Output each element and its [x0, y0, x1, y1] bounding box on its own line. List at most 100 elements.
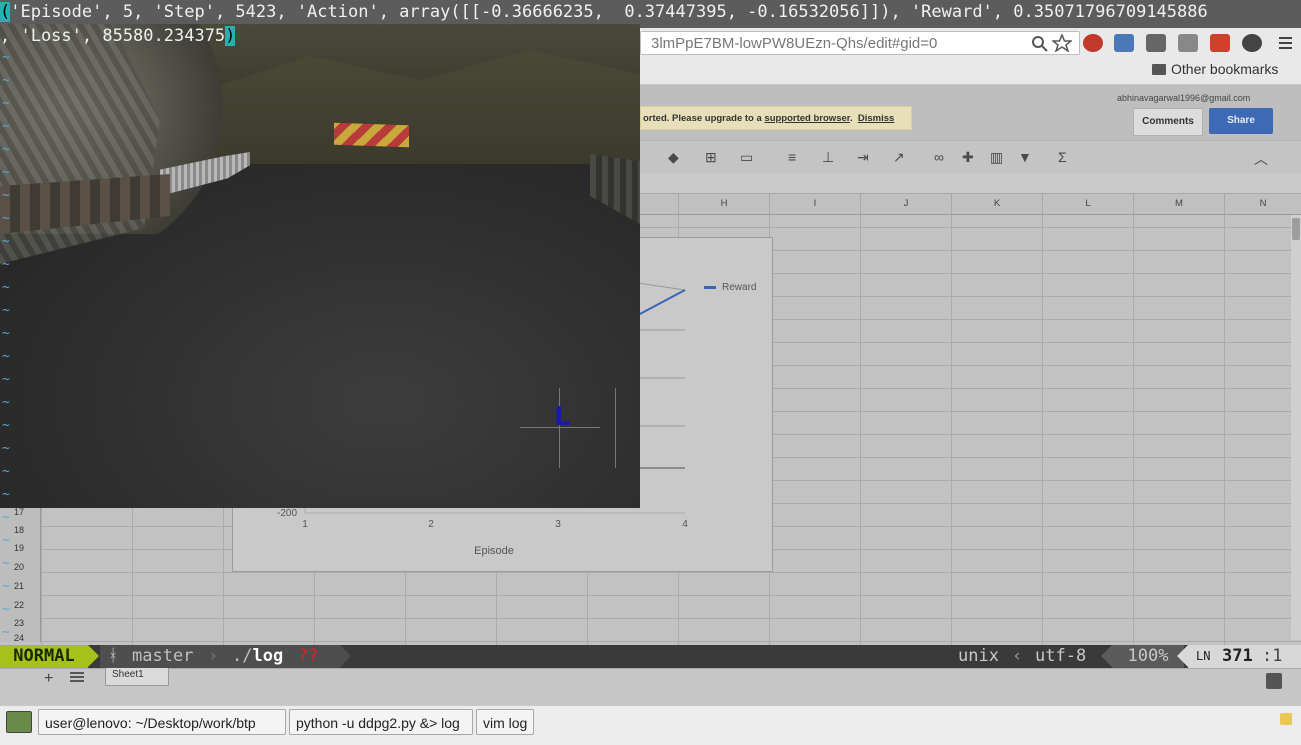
show-desktop-icon[interactable]: [6, 711, 32, 733]
insert-link-icon[interactable]: ∞: [934, 149, 944, 165]
collapse-icon[interactable]: ︿: [1254, 149, 1268, 169]
all-sheets-icon[interactable]: [70, 672, 84, 684]
empty-line-marker: ~: [2, 349, 10, 364]
column-header-h[interactable]: H: [678, 194, 769, 214]
row-header[interactable]: 19: [14, 543, 24, 553]
x-tick-label: 4: [682, 519, 688, 530]
git-segment: ᚼ master › ./log ??: [100, 645, 340, 668]
reward-series-line: [637, 289, 686, 316]
text-rotation-icon[interactable]: ↗: [893, 149, 905, 166]
x-tick-label: 2: [428, 519, 434, 530]
row-header[interactable]: 18: [14, 525, 24, 535]
extension-rocket-icon[interactable]: [1210, 34, 1230, 52]
empty-line-marker: ~: [2, 280, 10, 295]
empty-line-marker: ~: [2, 510, 10, 525]
add-sheet-button[interactable]: +: [44, 670, 53, 688]
extension-sound-icon[interactable]: [1146, 34, 1166, 52]
adblock-icon[interactable]: [1083, 34, 1103, 52]
column-header-l[interactable]: L: [1042, 194, 1133, 214]
vim-output-line-2: , 'Loss', 85580.234375): [0, 24, 236, 48]
formula-bar[interactable]: [640, 173, 1301, 194]
x-tick-label: 1: [302, 519, 308, 530]
powerline-separator: [1101, 645, 1112, 667]
column-header-n[interactable]: N: [1224, 194, 1301, 214]
row-header[interactable]: 17: [14, 507, 24, 517]
share-button[interactable]: Share: [1209, 108, 1273, 134]
borders-icon[interactable]: ⊞: [705, 149, 717, 166]
comments-button[interactable]: Comments: [1133, 108, 1203, 136]
cursor-line: 371: [1222, 646, 1253, 666]
column-header-k[interactable]: K: [951, 194, 1042, 214]
vertical-scrollbar[interactable]: [1291, 215, 1301, 640]
empty-line-marker: ~: [2, 234, 10, 249]
fill-color-icon[interactable]: ◆: [668, 149, 679, 166]
empty-line-marker: ~: [2, 441, 10, 456]
powerline-separator: [88, 645, 99, 667]
align-icon[interactable]: ≡: [788, 149, 796, 165]
line-number-icon: LN: [1196, 649, 1211, 663]
filter-icon[interactable]: ▼: [1018, 149, 1032, 165]
empty-line-marker: ~: [2, 602, 10, 617]
extension-camera-icon[interactable]: [1242, 34, 1262, 52]
share-label: Share: [1227, 115, 1255, 126]
account-email[interactable]: abhinavagarwal1996@gmail.com: [1117, 93, 1250, 103]
empty-line-marker: ~: [2, 533, 10, 548]
row-header[interactable]: 20: [14, 562, 24, 572]
wrap-text-icon[interactable]: ⇥: [857, 149, 869, 166]
warning-text: orted. Please upgrade to a: [643, 113, 765, 124]
search-icon[interactable]: [1030, 34, 1050, 52]
log-line-text: 'Episode', 5, 'Step', 5423, 'Action', ar…: [10, 2, 1208, 22]
taskbar-item-vim[interactable]: vim log: [476, 709, 534, 735]
bookmark-star-icon[interactable]: [1050, 33, 1074, 53]
legend-label: Reward: [722, 282, 757, 293]
dismiss-link[interactable]: Dismiss: [858, 113, 894, 124]
taskbar-item-python[interactable]: python -u ddpg2.py &> log: [289, 709, 473, 735]
merge-cells-icon[interactable]: ▭: [740, 149, 753, 166]
file-format: unix: [958, 646, 999, 666]
extension-chart-icon[interactable]: [1114, 34, 1134, 52]
row-header[interactable]: 22: [14, 600, 24, 610]
vim-output-line-1: ('Episode', 5, 'Step', 5423, 'Action', a…: [0, 0, 1301, 24]
torcs-game-view: L: [0, 24, 640, 508]
row-header[interactable]: 21: [14, 581, 24, 591]
empty-line-marker: ~: [2, 188, 10, 203]
modified-flag: ??: [298, 646, 319, 666]
empty-line-marker: ~: [2, 395, 10, 410]
column-header-j[interactable]: J: [860, 194, 951, 214]
scrollbar-thumb[interactable]: [1292, 218, 1300, 240]
empty-line-marker: ~: [2, 73, 10, 88]
scroll-percent: 100%: [1112, 645, 1184, 668]
column-header-i[interactable]: I: [769, 194, 860, 214]
vertical-align-icon[interactable]: ⊥: [822, 149, 834, 166]
column-header-m[interactable]: M: [1133, 194, 1224, 214]
empty-line-marker: ~: [2, 418, 10, 433]
supported-browser-link[interactable]: supported browser: [764, 113, 850, 124]
git-branch-name: master: [132, 646, 194, 666]
empty-line-marker: ~: [2, 579, 10, 594]
background-hills: [200, 50, 640, 164]
empty-line-marker: ~: [2, 257, 10, 272]
sheet-tab[interactable]: Sheet1: [105, 666, 169, 686]
insert-comment-icon[interactable]: ✚: [962, 149, 974, 166]
menu-icon[interactable]: [1276, 34, 1296, 52]
row-header[interactable]: 23: [14, 618, 24, 628]
row-header[interactable]: 24: [14, 633, 24, 643]
other-bookmarks-folder[interactable]: Other bookmarks: [1152, 61, 1278, 77]
folder-icon: [1152, 63, 1166, 75]
taskbar-item-terminal[interactable]: user@lenovo: ~/Desktop/work/btp: [38, 709, 286, 735]
insert-chart-icon[interactable]: ▥: [990, 149, 1003, 166]
row-headers: 17 18 19 20 21 22 23 24: [0, 507, 41, 643]
functions-icon[interactable]: Σ: [1058, 149, 1067, 165]
extension-inbox-icon[interactable]: [1178, 34, 1198, 52]
empty-line-marker: ~: [2, 211, 10, 226]
x-axis-title: Episode: [474, 545, 514, 557]
cursor-column: :1: [1262, 646, 1283, 666]
tray-notification-icon[interactable]: [1280, 713, 1292, 725]
address-bar[interactable]: 3lmPpE7BM-lowPW8UEzn-Qhs/edit#gid=0: [640, 31, 1080, 55]
empty-line-marker: ~: [2, 487, 10, 502]
empty-line-marker: ~: [2, 326, 10, 341]
explore-icon[interactable]: [1266, 673, 1282, 689]
path-prefix: ./: [232, 646, 253, 666]
file-encoding: utf-8: [1035, 646, 1087, 666]
git-branch-icon: ᚼ: [108, 646, 119, 666]
